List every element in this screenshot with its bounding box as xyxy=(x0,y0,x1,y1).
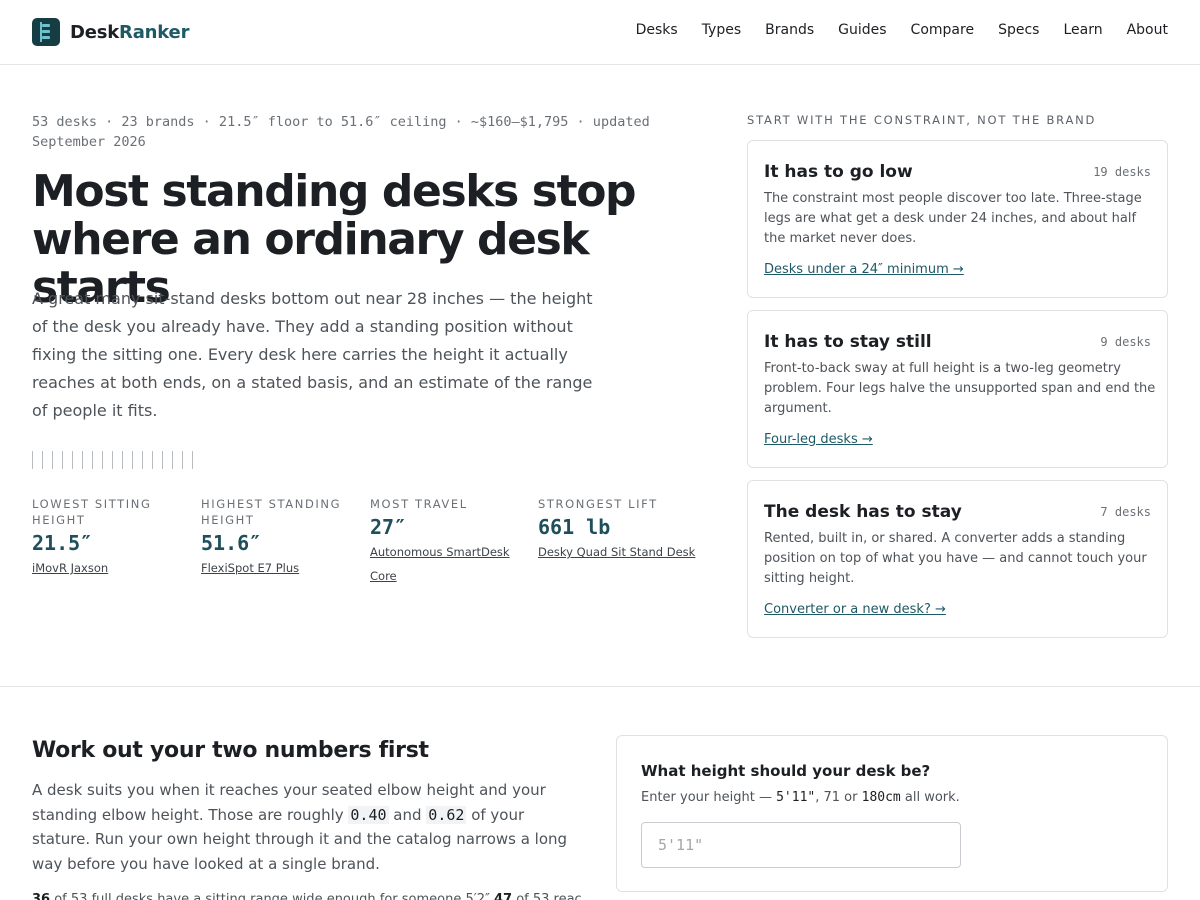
hint-text: all work. xyxy=(900,790,960,805)
stat-value: 27″ xyxy=(370,515,407,539)
stat-lowest-sitting: Lowest sitting height 21.5″ iMovR Jaxson xyxy=(32,496,192,580)
constraints-kicker: START WITH THE CONSTRAINT, NOT THE BRAND xyxy=(747,113,1097,127)
stat-label: Lowest sitting height xyxy=(32,497,152,527)
nav-desks[interactable]: Desks xyxy=(636,22,678,38)
card-title: It has to go low xyxy=(764,162,913,182)
hint-text: Enter your height — xyxy=(641,790,777,805)
hint-example: 180cm xyxy=(861,790,901,805)
nav-brands[interactable]: Brands xyxy=(765,22,814,38)
stat-desk-link[interactable]: Autonomous SmartDesk Core xyxy=(370,545,510,583)
brand-name-part2: Ranker xyxy=(119,21,190,43)
hint-text: or xyxy=(840,790,862,805)
card-link[interactable]: Desks under a 24″ minimum → xyxy=(764,260,964,280)
standing-ratio: 0.62 xyxy=(426,805,467,824)
seated-ratio: 0.40 xyxy=(348,805,389,824)
fit-count: 47 xyxy=(493,892,513,900)
card-link[interactable]: Four-leg desks → xyxy=(764,430,873,450)
nav-guides[interactable]: Guides xyxy=(838,22,886,38)
fit-count: 36 xyxy=(32,892,51,900)
constraint-card-low[interactable]: It has to go low 19 desks The constraint… xyxy=(747,140,1168,298)
nav-types[interactable]: Types xyxy=(702,22,741,38)
desk-logo-icon xyxy=(32,18,60,46)
card-title: It has to stay still xyxy=(764,332,932,352)
card-count: 19 desks xyxy=(1093,165,1151,179)
stat-highest-standing: Highest standing height 51.6″ FlexiSpot … xyxy=(201,496,361,580)
stat-desk-link[interactable]: iMovR Jaxson xyxy=(32,561,108,575)
card-count: 7 desks xyxy=(1100,505,1151,519)
constraint-card-stay[interactable]: The desk has to stay 7 desks Rented, bui… xyxy=(747,480,1168,638)
calculator-hint: Enter your height — 5'11", 71 or 180cm a… xyxy=(641,790,960,805)
card-title: The desk has to stay xyxy=(764,502,962,522)
stat-desk-link[interactable]: Desky Quad Sit Stand Desk xyxy=(538,545,695,559)
card-body: The constraint most people discover too … xyxy=(764,191,1142,246)
calculator-question: What height should your desk be? xyxy=(641,762,931,780)
section-divider xyxy=(0,686,1200,687)
section-title: Work out your two numbers first xyxy=(32,738,429,763)
card-body: Rented, built in, or shared. A converter… xyxy=(764,531,1147,586)
height-input[interactable] xyxy=(641,822,961,868)
stat-value: 661 lb xyxy=(538,515,611,539)
height-scale-ticks xyxy=(32,451,193,469)
fit-height: 5′2″ xyxy=(465,892,490,900)
card-count: 9 desks xyxy=(1100,335,1151,349)
fit-text: of 53 reach a sitting need xyxy=(516,892,582,900)
height-calculator: What height should your desk be? Enter y… xyxy=(616,735,1168,892)
stat-label: Most travel xyxy=(370,497,468,511)
brand-name: DeskRanker xyxy=(70,22,189,43)
nav-compare[interactable]: Compare xyxy=(911,22,975,38)
stat-value: 51.6″ xyxy=(201,531,262,555)
main-nav: Desks Types Brands Guides Compare Specs … xyxy=(636,22,1168,38)
card-body: Front-to-back sway at full height is a t… xyxy=(764,361,1156,416)
stat-desk-link[interactable]: FlexiSpot E7 Plus xyxy=(201,561,299,575)
hint-example: 71 xyxy=(823,790,841,805)
site-logo[interactable]: DeskRanker xyxy=(32,18,189,46)
stat-most-travel: Most travel 27″ Autonomous SmartDesk Cor… xyxy=(370,496,510,588)
brand-name-part1: Desk xyxy=(70,21,120,43)
catalog-meta: 53 desks · 23 brands · 21.5″ floor to 51… xyxy=(32,114,650,150)
fit-summary: 36 of 53 full desks have a sitting range… xyxy=(32,892,582,900)
card-link[interactable]: Converter or a new desk? → xyxy=(764,600,946,620)
nav-about[interactable]: About xyxy=(1127,22,1168,38)
stat-value: 21.5″ xyxy=(32,531,93,555)
constraint-card-still[interactable]: It has to stay still 9 desks Front-to-ba… xyxy=(747,310,1168,468)
hint-example: 5'11" xyxy=(776,790,816,805)
stat-label: Strongest lift xyxy=(538,497,658,511)
section-body-text: and xyxy=(388,805,427,824)
section-body: A desk suits you when it reaches your se… xyxy=(32,778,582,876)
hero-lead: A great many sit-stand desks bottom out … xyxy=(32,289,593,420)
nav-learn[interactable]: Learn xyxy=(1063,22,1102,38)
nav-specs[interactable]: Specs xyxy=(998,22,1039,38)
stat-label: Highest standing height xyxy=(201,497,342,527)
site-header: DeskRanker Desks Types Brands Guides Com… xyxy=(0,0,1200,65)
fit-text: of 53 full desks have a sitting range wi… xyxy=(50,892,466,900)
hint-text: , xyxy=(815,790,824,805)
stat-strongest-lift: Strongest lift 661 lb Desky Quad Sit Sta… xyxy=(538,496,708,564)
